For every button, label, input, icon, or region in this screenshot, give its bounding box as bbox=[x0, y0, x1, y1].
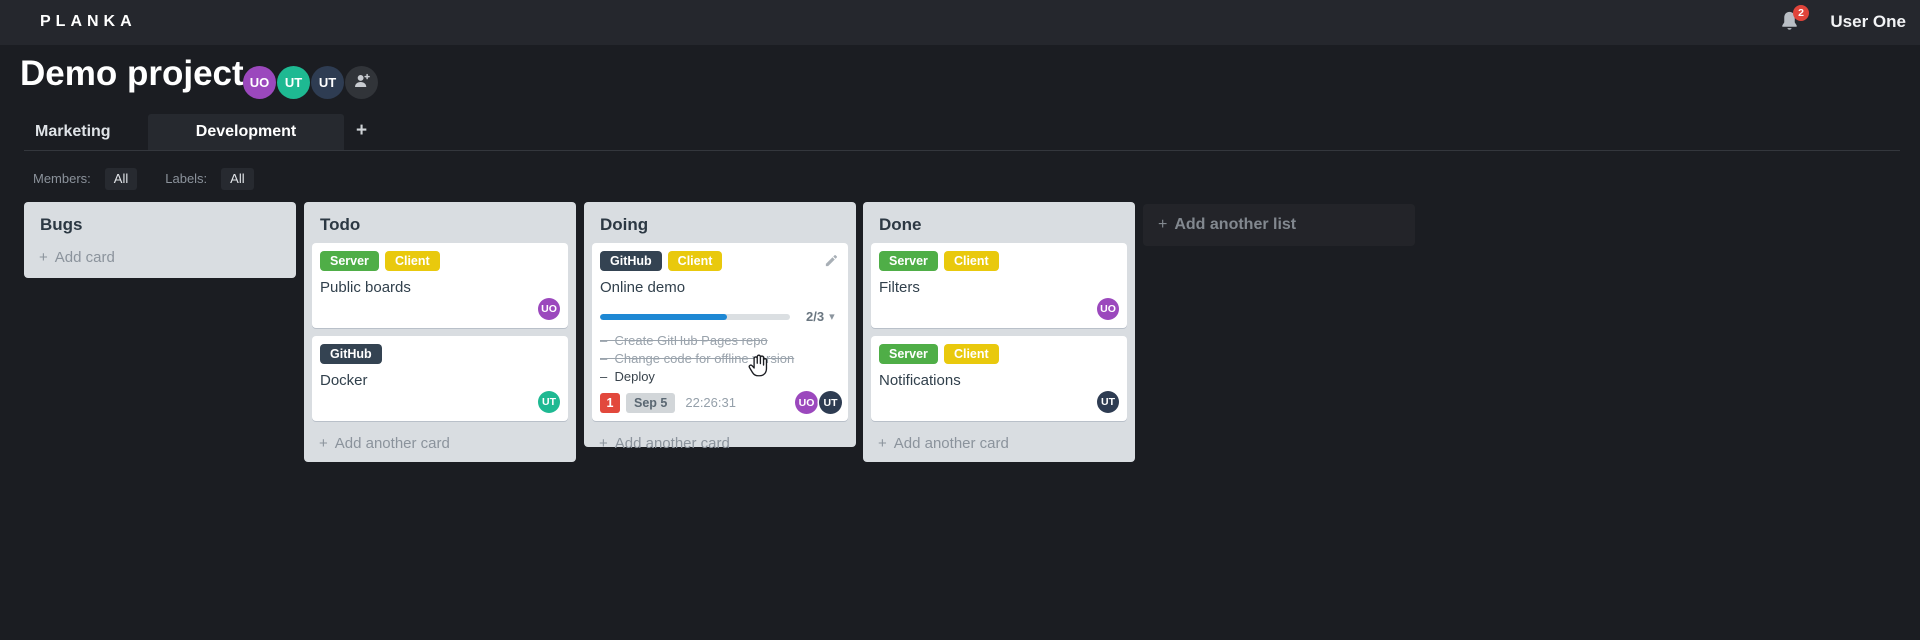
notification-count-badge: 1 bbox=[600, 393, 620, 413]
card-online-demo[interactable]: GitHub Client Online demo 2/3 ▾ Create G… bbox=[592, 243, 848, 421]
progress-fill bbox=[600, 313, 727, 320]
plus-icon: + bbox=[1158, 216, 1168, 233]
project-title[interactable]: Demo project bbox=[20, 54, 244, 94]
list-title[interactable]: Todo bbox=[304, 202, 576, 243]
edit-pencil-icon[interactable] bbox=[824, 253, 839, 268]
notification-count-badge: 2 bbox=[1793, 5, 1809, 21]
card-title: Docker bbox=[320, 372, 368, 389]
task-item: Create GitHub Pages repo bbox=[600, 332, 840, 350]
card-filters[interactable]: Server Client Filters UO bbox=[871, 243, 1127, 328]
tasks-progress: 2/3 ▾ bbox=[600, 309, 840, 324]
card-title: Notifications bbox=[879, 372, 961, 389]
tab-divider bbox=[24, 150, 1900, 151]
due-date-badge[interactable]: Sep 5 bbox=[626, 393, 676, 413]
person-add-icon bbox=[352, 71, 371, 95]
card-member-avatar[interactable]: UT bbox=[819, 391, 842, 414]
task-item: Deploy bbox=[600, 368, 840, 386]
label-server[interactable]: Server bbox=[879, 251, 938, 271]
list-title[interactable]: Done bbox=[863, 202, 1135, 243]
member-avatar[interactable]: UO bbox=[243, 66, 276, 99]
list-title[interactable]: Doing bbox=[584, 202, 856, 243]
label-server[interactable]: Server bbox=[879, 344, 938, 364]
add-card-button[interactable]: + Add card bbox=[24, 243, 296, 279]
label-client[interactable]: Client bbox=[943, 251, 999, 271]
label-client[interactable]: Client bbox=[943, 344, 999, 364]
chevron-down-icon[interactable]: ▾ bbox=[829, 310, 835, 323]
app-logo[interactable]: PLANKA bbox=[40, 13, 137, 31]
add-member-button[interactable] bbox=[345, 66, 378, 99]
plus-icon: + bbox=[319, 435, 328, 452]
members-filter-value[interactable]: All bbox=[104, 168, 138, 190]
card-member-avatar[interactable]: UO bbox=[795, 391, 818, 414]
notifications-button[interactable]: 2 bbox=[1779, 5, 1809, 37]
card-title: Online demo bbox=[600, 279, 686, 296]
plus-icon: + bbox=[878, 435, 887, 452]
member-avatar[interactable]: UT bbox=[277, 66, 310, 99]
top-bar: PLANKA 2 User One bbox=[0, 0, 1920, 45]
progress-count: 2/3 bbox=[806, 309, 825, 324]
card-docker[interactable]: GitHub Docker UT bbox=[312, 336, 568, 421]
labels-filter-value[interactable]: All bbox=[221, 168, 254, 190]
task-list: Create GitHub Pages repo Change code for… bbox=[600, 332, 840, 386]
bell-icon bbox=[1779, 11, 1800, 37]
list-done: Done Server Client Filters UO Server Cli… bbox=[863, 202, 1135, 462]
list-doing: Doing GitHub Client Online demo 2/3 ▾ – … bbox=[584, 202, 856, 452]
add-board-button[interactable]: + bbox=[356, 114, 367, 150]
card-member-avatar[interactable]: UO bbox=[1097, 298, 1119, 320]
label-client[interactable]: Client bbox=[667, 251, 723, 271]
tab-marketing[interactable]: Marketing bbox=[24, 114, 148, 150]
board-filters: Members: All Labels: All bbox=[33, 168, 254, 190]
card-members: UO UT bbox=[794, 391, 842, 414]
task-item: Change code for offline version bbox=[600, 350, 840, 368]
progress-track bbox=[600, 313, 790, 320]
member-avatar[interactable]: UT bbox=[311, 66, 344, 99]
card-public-boards[interactable]: Server Client Public boards UO bbox=[312, 243, 568, 328]
label-github[interactable]: GitHub bbox=[320, 344, 382, 364]
card-title: Filters bbox=[879, 279, 920, 296]
list-bugs: Bugs + Add card bbox=[24, 202, 296, 278]
card-title: Public boards bbox=[320, 279, 411, 296]
card-notifications[interactable]: Server Client Notifications UT bbox=[871, 336, 1127, 421]
label-server[interactable]: Server bbox=[320, 251, 379, 271]
plus-icon: + bbox=[599, 435, 608, 452]
tab-development[interactable]: Development bbox=[148, 114, 344, 150]
project-members: UO UT UT bbox=[243, 66, 378, 99]
labels-filter-label: Labels: bbox=[165, 171, 208, 186]
label-github[interactable]: GitHub bbox=[600, 251, 662, 271]
members-filter-label: Members: bbox=[33, 171, 91, 186]
add-card-button[interactable]: + Add another card bbox=[584, 429, 856, 465]
list-title[interactable]: Bugs bbox=[24, 202, 296, 243]
add-card-button[interactable]: + Add another card bbox=[304, 429, 576, 465]
card-member-avatar[interactable]: UO bbox=[538, 298, 560, 320]
plus-icon: + bbox=[39, 249, 48, 266]
list-todo: Todo Server Client Public boards UO GitH… bbox=[304, 202, 576, 462]
stopwatch-value[interactable]: 22:26:31 bbox=[685, 393, 736, 413]
board-tabs: Marketing Development + bbox=[24, 114, 367, 150]
card-member-avatar[interactable]: UT bbox=[538, 391, 560, 413]
card-member-avatar[interactable]: UT bbox=[1097, 391, 1119, 413]
user-menu[interactable]: User One bbox=[1830, 12, 1906, 32]
add-card-button[interactable]: + Add another card bbox=[863, 429, 1135, 465]
label-client[interactable]: Client bbox=[384, 251, 440, 271]
add-list-button[interactable]: + Add another list bbox=[1143, 204, 1415, 246]
